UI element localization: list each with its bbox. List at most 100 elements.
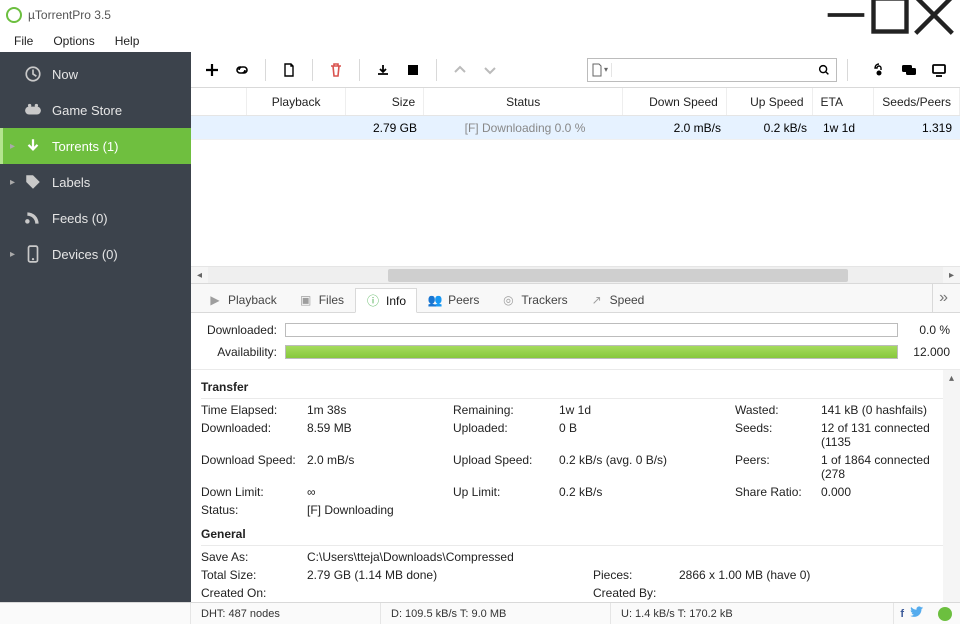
menu-options[interactable]: Options <box>43 32 104 50</box>
tab-trackers[interactable]: ◎ Trackers <box>490 287 578 312</box>
sidebar-item-gamestore[interactable]: Game Store <box>0 92 191 128</box>
target-icon: ◎ <box>501 293 515 307</box>
transfer-header: Transfer <box>201 376 950 399</box>
add-url-button[interactable] <box>229 57 255 83</box>
gamepad-icon <box>24 101 42 119</box>
scroll-thumb[interactable] <box>388 269 848 282</box>
v: 12 of 131 connected (1135 <box>821 421 950 449</box>
scroll-right-button[interactable]: ▸ <box>943 267 960 284</box>
sidebar-item-label: Feeds (0) <box>52 211 108 226</box>
info-icon: ⓘ <box>366 294 380 308</box>
menu-file[interactable]: File <box>4 32 43 50</box>
col-header-eta[interactable]: ETA <box>813 88 875 115</box>
main-area: ▾ Playback Size Status Down Speed <box>191 52 960 602</box>
expand-icon[interactable]: ▸ <box>10 249 20 260</box>
downloaded-label: Downloaded: <box>201 323 277 337</box>
menu-help[interactable]: Help <box>105 32 150 50</box>
torrent-row[interactable]: 2.79 GB [F] Downloading 0.0 % 2.0 mB/s 0… <box>191 116 960 140</box>
col-header-down[interactable]: Down Speed <box>623 88 727 115</box>
sidebar-item-torrents[interactable]: ▸ Torrents (1) <box>0 128 191 164</box>
k: Remaining: <box>453 403 553 417</box>
search-input[interactable] <box>612 63 812 77</box>
col-header-spacer[interactable] <box>191 88 247 115</box>
v: ∞ <box>307 485 447 499</box>
sidebar-item-now[interactable]: Now <box>0 56 191 92</box>
search-submit-button[interactable] <box>812 63 836 77</box>
k: Time Elapsed: <box>201 403 301 417</box>
toolbar: ▾ <box>191 52 960 88</box>
remove-button[interactable] <box>323 57 349 83</box>
k: Up Limit: <box>453 485 553 499</box>
horizontal-scrollbar[interactable]: ◂ ▸ <box>191 266 960 283</box>
search-provider-dropdown[interactable]: ▾ <box>588 63 612 77</box>
cell-up: 0.2 kB/s <box>729 116 815 139</box>
stop-button[interactable] <box>400 57 426 83</box>
sidebar-item-devices[interactable]: ▸ Devices (0) <box>0 236 191 272</box>
maximize-button[interactable] <box>868 0 912 30</box>
k: Status: <box>201 503 301 517</box>
scroll-track[interactable] <box>208 267 943 283</box>
titlebar: µTorrentPro 3.5 <box>0 0 960 30</box>
k: Created By: <box>593 586 673 600</box>
v: 141 kB (0 hashfails) <box>821 403 950 417</box>
minimize-button[interactable] <box>824 0 868 30</box>
network-ok-icon[interactable] <box>938 607 952 621</box>
chat-button[interactable] <box>896 57 922 83</box>
col-header-playback[interactable]: Playback <box>247 88 347 115</box>
k: Total Size: <box>201 568 301 582</box>
move-up-button[interactable] <box>447 57 473 83</box>
col-header-seeds[interactable]: Seeds/Peers <box>874 88 960 115</box>
tab-info[interactable]: ⓘ Info <box>355 288 417 313</box>
general-grid: Save As:C:\Users\tteja\Downloads\Compres… <box>201 550 950 600</box>
sidebar-item-labels[interactable]: ▸ Labels <box>0 164 191 200</box>
col-header-size[interactable]: Size <box>346 88 424 115</box>
k: Downloaded: <box>201 421 301 449</box>
tab-overflow-button[interactable]: » <box>932 284 954 312</box>
move-down-button[interactable] <box>477 57 503 83</box>
search-box[interactable]: ▾ <box>587 58 837 82</box>
k: Share Ratio: <box>735 485 815 499</box>
clock-icon <box>24 65 42 83</box>
cell-down: 2.0 mB/s <box>625 116 729 139</box>
folder-icon: ▣ <box>299 293 313 307</box>
list-empty-area <box>191 140 960 266</box>
scroll-left-button[interactable]: ◂ <box>191 267 208 284</box>
tab-playback[interactable]: ▶Playback <box>197 287 288 312</box>
remote-button[interactable] <box>926 57 952 83</box>
expand-icon[interactable]: ▸ <box>10 177 20 188</box>
tab-label: Info <box>386 294 406 308</box>
sidebar-item-feeds[interactable]: Feeds (0) <box>0 200 191 236</box>
scroll-up-button[interactable]: ▴ <box>943 370 960 387</box>
play-tab-icon: ▶ <box>208 293 222 307</box>
sidebar-item-label: Game Store <box>52 103 122 118</box>
tab-peers[interactable]: 👥Peers <box>417 287 490 312</box>
tab-speed[interactable]: ↗Speed <box>579 287 656 312</box>
progress-section: Downloaded: 0.0 % Availability: 12.000 <box>191 313 960 370</box>
sidebar-item-label: Torrents (1) <box>52 139 118 154</box>
download-arrow-icon <box>24 137 42 155</box>
k: Wasted: <box>735 403 815 417</box>
status-dht: DHT: 487 nodes <box>191 603 381 624</box>
peers-icon: 👥 <box>428 293 442 307</box>
twitter-icon[interactable] <box>910 605 924 622</box>
v: 0.2 kB/s <box>559 485 729 499</box>
close-button[interactable] <box>912 0 956 30</box>
general-header: General <box>201 523 950 546</box>
facebook-icon[interactable]: f <box>900 608 904 620</box>
tab-files[interactable]: ▣Files <box>288 287 355 312</box>
expand-icon[interactable]: ▸ <box>10 141 20 152</box>
add-torrent-button[interactable] <box>199 57 225 83</box>
col-header-status[interactable]: Status <box>424 88 623 115</box>
availability-val: 12.000 <box>906 345 950 359</box>
vertical-scrollbar[interactable]: ▴ <box>943 370 960 602</box>
k: Download Speed: <box>201 453 301 481</box>
col-header-up[interactable]: Up Speed <box>727 88 813 115</box>
tab-label: Trackers <box>521 293 567 307</box>
create-torrent-button[interactable] <box>276 57 302 83</box>
v: [F] Downloading <box>307 503 950 517</box>
status-up: U: 1.4 kB/s T: 170.2 kB <box>611 603 894 624</box>
unlock-button[interactable] <box>866 57 892 83</box>
start-button[interactable] <box>370 57 396 83</box>
cell-size: 2.79 GB <box>347 116 425 139</box>
downloaded-pct: 0.0 % <box>906 323 950 337</box>
